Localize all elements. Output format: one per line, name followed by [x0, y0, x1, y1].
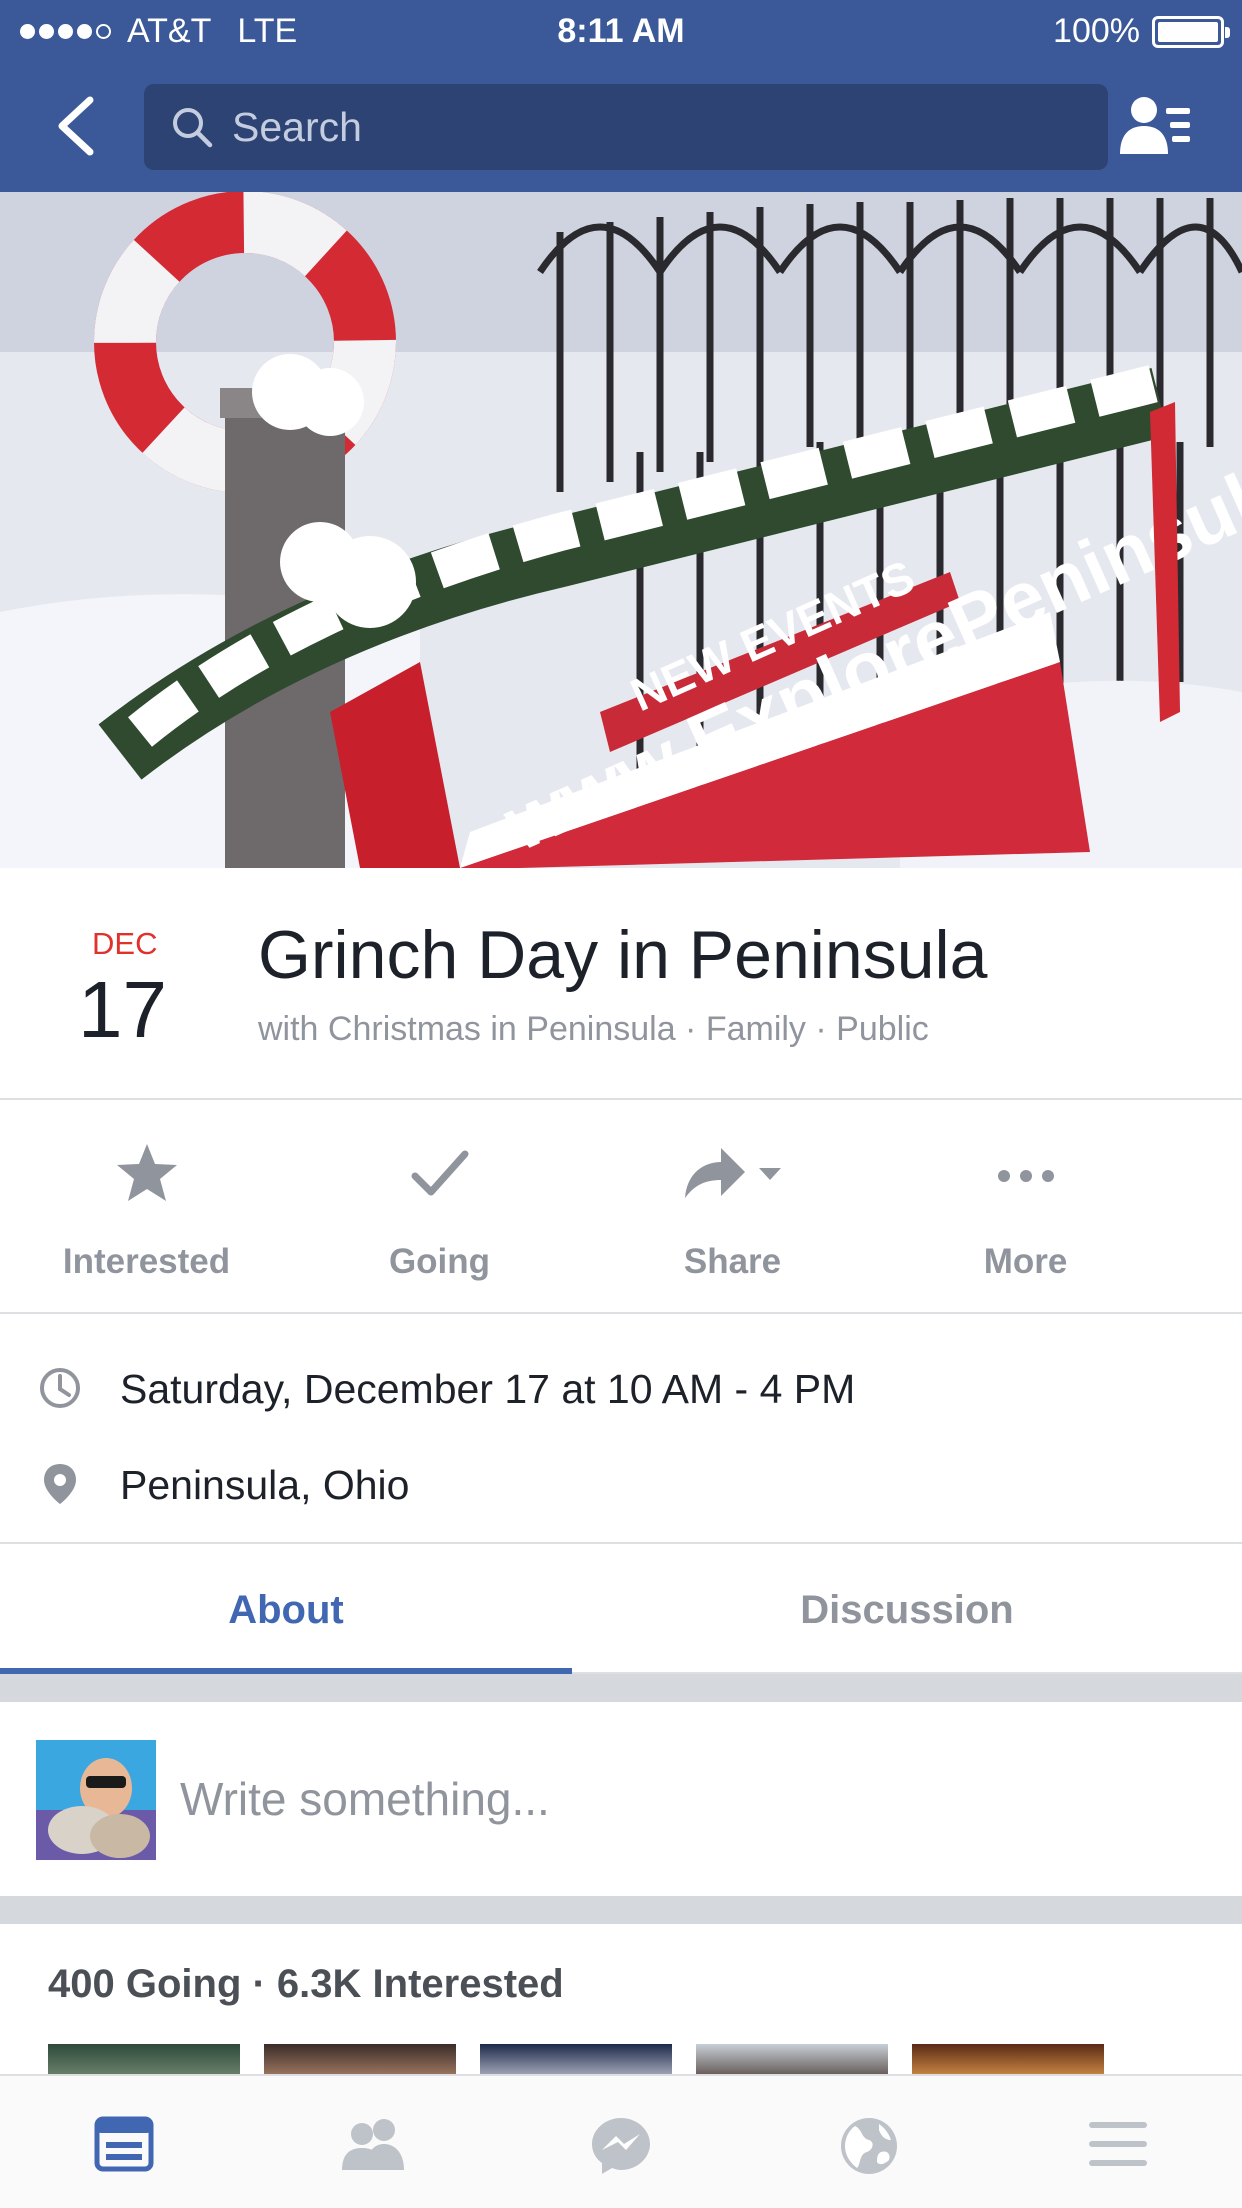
share-button[interactable]: Share — [586, 1100, 879, 1312]
guest-summary[interactable]: 400 Going · 6.3K Interested — [0, 1924, 1242, 2074]
event-location-row[interactable]: Peninsula, Ohio — [0, 1444, 1242, 1524]
tab-news-feed[interactable] — [0, 2076, 248, 2208]
interested-button[interactable]: Interested — [0, 1100, 293, 1312]
event-date-day: 17 — [78, 965, 167, 1054]
event-time: Saturday, December 17 at 10 AM - 4 PM — [120, 1366, 856, 1412]
post-composer[interactable]: Write something... — [0, 1702, 1242, 1922]
event-actions: Interested Going Share More — [0, 1100, 1242, 1314]
clock-icon — [40, 1368, 80, 1408]
section-divider — [0, 1674, 1242, 1702]
guest-avatar[interactable] — [48, 2044, 240, 2074]
going-label: Going — [388, 1242, 491, 1281]
messenger-icon — [591, 2118, 650, 2174]
notifications-globe-icon — [841, 2118, 898, 2174]
event-location: Peninsula, Ohio — [120, 1462, 410, 1508]
chevron-left-icon — [58, 96, 94, 156]
event-header: DEC 17 Grinch Day in Peninsula with Chri… — [0, 868, 1242, 1100]
composer-placeholder: Write something... — [180, 1773, 550, 1825]
tab-about[interactable]: About — [0, 1544, 572, 1674]
event-page: AT&T LTE 8:11 AM 100% Search NEW EVENTS … — [0, 0, 1242, 2208]
tab-friend-requests[interactable] — [248, 2076, 496, 2208]
tab-discussion-label: Discussion — [800, 1588, 1014, 1632]
event-date-month: DEC — [92, 926, 158, 961]
bottom-tab-bar — [0, 2074, 1242, 2208]
more-button[interactable]: More — [879, 1100, 1172, 1312]
friend-list-icon — [1120, 97, 1190, 154]
search-input[interactable]: Search — [144, 84, 1108, 170]
more-label: More — [983, 1242, 1068, 1281]
news-feed-icon — [94, 2116, 154, 2172]
share-label: Share — [683, 1242, 782, 1281]
status-right: 100% — [1053, 12, 1230, 51]
battery-percent: 100% — [1053, 12, 1140, 50]
guest-avatar[interactable] — [480, 2044, 672, 2074]
guest-avatar[interactable] — [912, 2044, 1104, 2074]
interested-label: Interested — [62, 1242, 231, 1281]
avatar — [36, 1740, 156, 1860]
event-subtitle[interactable]: with Christmas in Peninsula · Family · P… — [258, 1010, 929, 1049]
top-bar: AT&T LTE 8:11 AM 100% Search — [0, 0, 1242, 192]
more-dots-icon — [997, 1170, 1054, 1182]
battery-icon — [1152, 15, 1230, 48]
going-button[interactable]: Going — [293, 1100, 586, 1312]
event-details: Saturday, December 17 at 10 AM - 4 PM Pe… — [0, 1314, 1242, 1544]
event-cover-photo[interactable]: www.ExplorePeninsula.com NEW EVENTS — [0, 192, 1242, 868]
friends-list-button[interactable] — [1118, 94, 1194, 160]
status-bar: AT&T LTE 8:11 AM 100% — [0, 0, 1242, 62]
going-interested-count: 400 Going · 6.3K Interested — [48, 1962, 564, 2006]
friend-requests-icon — [341, 2119, 404, 2170]
search-icon — [173, 108, 213, 148]
event-time-row[interactable]: Saturday, December 17 at 10 AM - 4 PM — [0, 1348, 1242, 1428]
tab-messenger[interactable] — [497, 2076, 745, 2208]
location-pin-icon — [44, 1464, 76, 1504]
event-title: Grinch Day in Peninsula — [258, 917, 988, 993]
tab-discussion[interactable]: Discussion — [572, 1544, 1242, 1674]
tab-menu[interactable] — [994, 2076, 1242, 2208]
guest-thumbnails — [48, 2044, 1128, 2074]
section-divider — [0, 1896, 1242, 1924]
tab-notifications[interactable] — [745, 2076, 993, 2208]
back-button[interactable] — [52, 96, 100, 156]
checkmark-icon — [411, 1150, 468, 1196]
star-icon — [116, 1144, 177, 1201]
search-placeholder: Search — [232, 103, 362, 150]
share-arrow-icon — [684, 1148, 781, 1198]
guest-avatar[interactable] — [264, 2044, 456, 2074]
guest-avatar[interactable] — [696, 2044, 888, 2074]
tab-about-label: About — [228, 1588, 344, 1632]
menu-icon — [1088, 2122, 1147, 2166]
event-tabs: About Discussion — [0, 1544, 1242, 1674]
